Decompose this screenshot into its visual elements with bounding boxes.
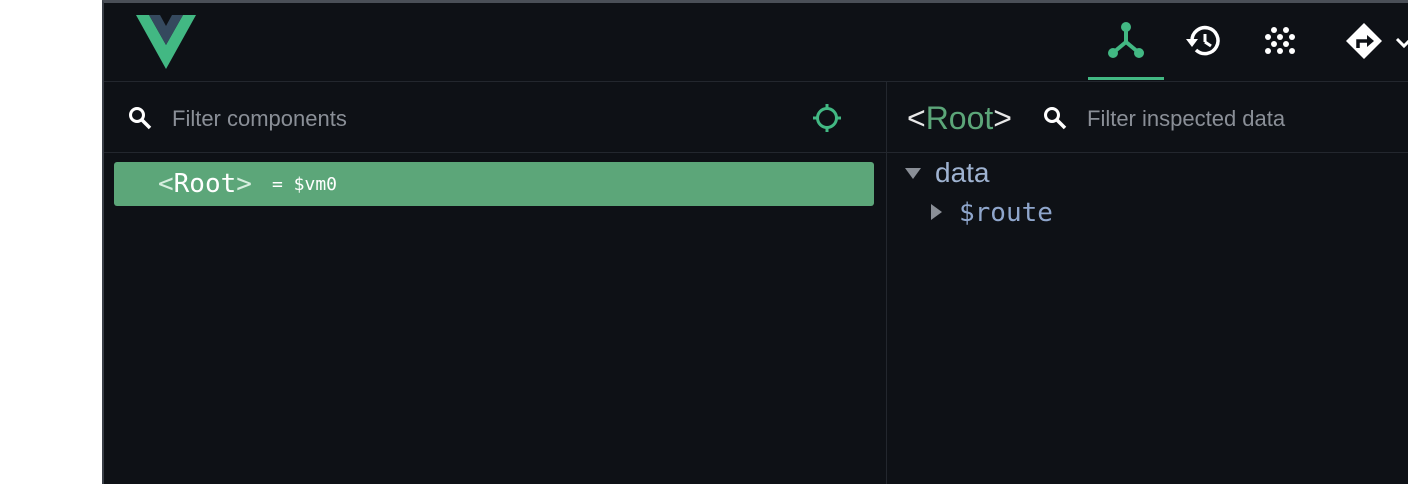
tab-events[interactable] [1242,3,1318,79]
filter-components-input[interactable] [170,100,774,138]
data-property-route[interactable]: $route [887,194,1407,230]
tab-history[interactable] [1166,3,1242,79]
inspected-component-title: <Root> [907,100,1012,136]
caret-right-icon [931,204,942,220]
inspector-header: <Root> [887,82,1408,153]
filter-inspected-data-input[interactable] [1085,100,1408,138]
component-tree-icon [1108,22,1144,58]
vue-logo [136,15,196,69]
chevron-down-icon[interactable] [1394,33,1408,53]
caret-down-icon [905,168,921,179]
components-pane: <Root> = $vm0 [104,82,887,484]
component-tree-item-root[interactable]: <Root> = $vm0 [114,162,874,206]
tab-routing[interactable] [1326,3,1402,79]
components-filter-bar [104,82,886,153]
data-section-toggle[interactable]: data [887,154,1407,190]
history-icon [1186,25,1220,56]
inspector-pane: <Root> data $route [887,82,1408,484]
data-section-label: data [935,157,990,188]
search-icon [129,107,152,130]
search-icon [1044,107,1067,130]
directions-icon [1346,23,1382,59]
vm-ref: = $vm0 [272,174,338,195]
component-name: <Root> [158,169,252,199]
target-icon[interactable] [812,103,842,133]
vue-devtools-panel: <Root> = $vm0 <Root> data $route [102,0,1408,484]
toolbar [104,3,1408,82]
tab-components[interactable] [1088,3,1164,80]
property-key: $route [959,198,1053,228]
dots-grid-icon [1265,27,1295,54]
